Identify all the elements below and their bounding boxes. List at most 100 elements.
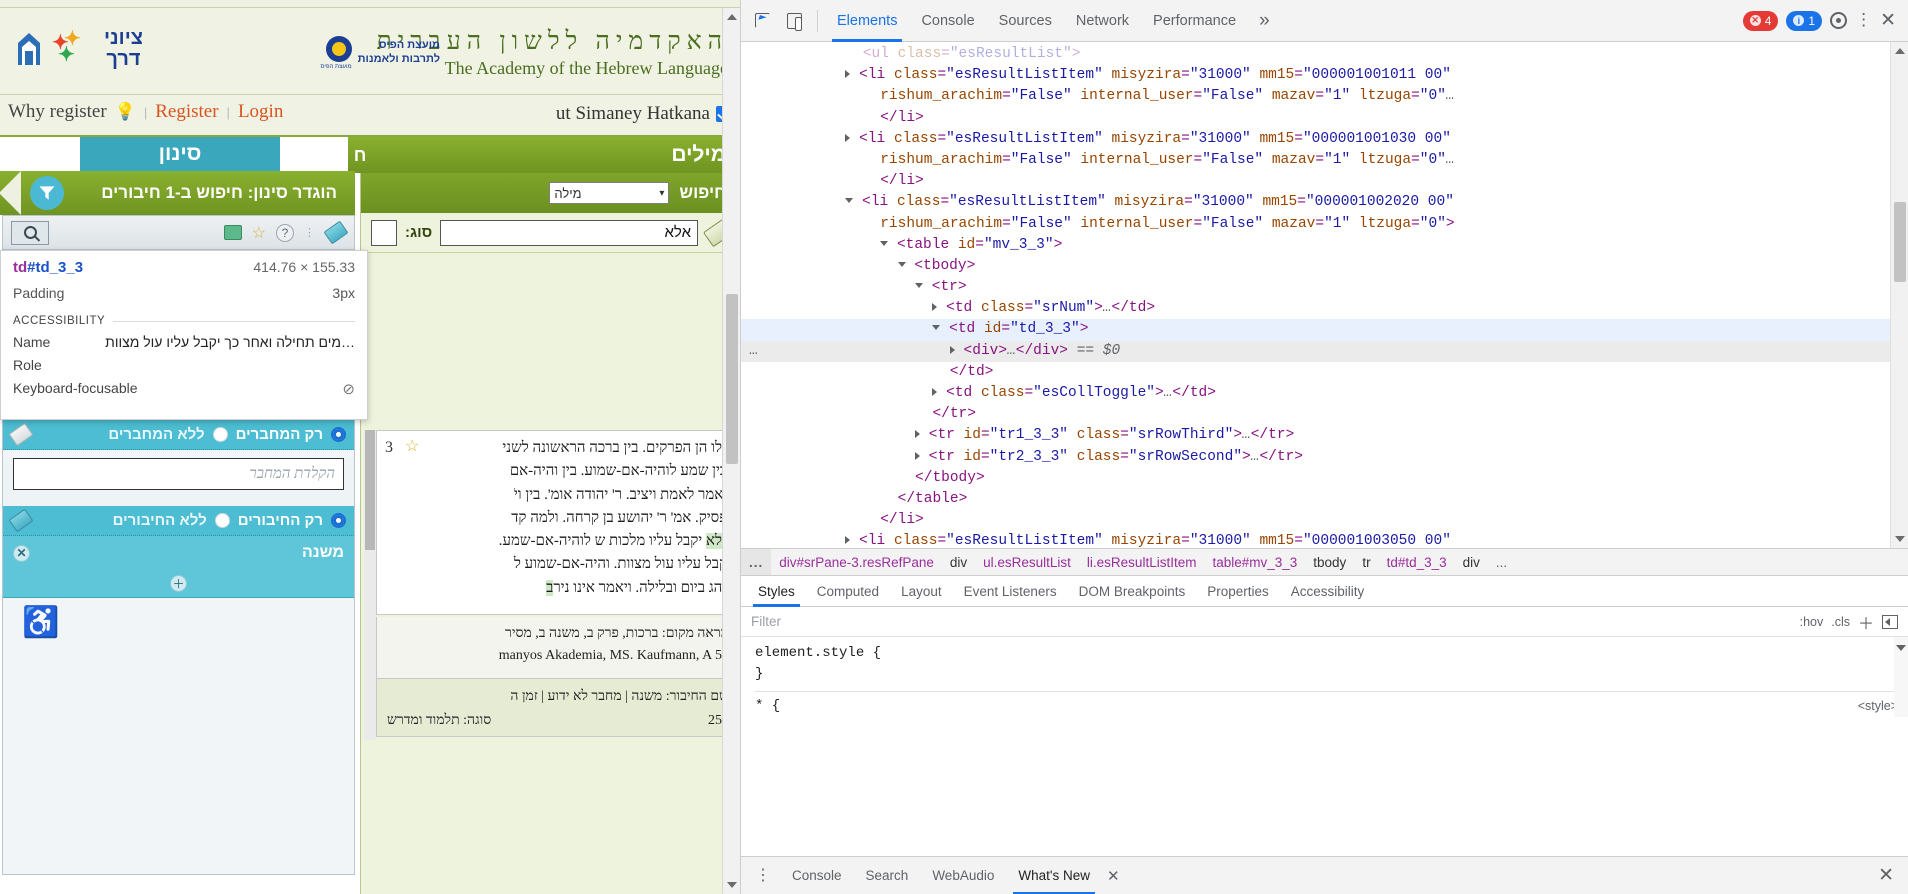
dom-line[interactable]: rishum_arachim="False" internal_user="Fa… <box>741 150 1890 171</box>
tab-accessibility[interactable]: Accessibility <box>1280 576 1376 607</box>
dom-line[interactable]: <tr id="tr2_3_3" class="srRowSecond">…</… <box>741 447 1890 468</box>
dom-line[interactable]: <li class="esResultListItem" misyzira="3… <box>741 192 1890 213</box>
breadcrumb-item[interactable]: tr <box>1354 555 1378 570</box>
tab-dom-breakpoints[interactable]: DOM Breakpoints <box>1068 576 1197 607</box>
breadcrumb-item[interactable]: div <box>1455 555 1488 570</box>
dom-line[interactable]: </li> <box>741 108 1890 129</box>
dom-line[interactable]: </td> <box>741 362 1890 383</box>
page-scrollbar[interactable] <box>722 8 740 894</box>
dom-line[interactable]: </tr> <box>741 404 1890 425</box>
styles-scrollbar[interactable] <box>1894 637 1908 717</box>
dom-tree[interactable]: <ul class="esResultList"> <li class="esR… <box>741 42 1890 548</box>
error-badge[interactable]: ✕ 4 <box>1742 10 1779 31</box>
author-input[interactable]: הקלדת המחבר <box>13 458 344 490</box>
breadcrumb-item[interactable]: li.esResultListItem <box>1079 555 1205 570</box>
hov-button[interactable]: :hov <box>1800 615 1824 629</box>
works-only-radio[interactable] <box>331 513 346 528</box>
style-source-link[interactable]: <style> <box>1858 696 1898 717</box>
chevron-down-icon[interactable] <box>1896 645 1906 651</box>
accessibility-icon[interactable]: ♿ <box>22 605 59 640</box>
star-icon[interactable]: ☆ <box>252 223 266 243</box>
breadcrumb-item[interactable]: tbody <box>1305 555 1354 570</box>
breadcrumb-item[interactable]: ... <box>741 549 772 575</box>
cls-button[interactable]: .cls <box>1831 615 1850 629</box>
eraser-icon[interactable] <box>8 422 34 447</box>
breadcrumb-item[interactable]: ul.esResultList <box>975 555 1079 570</box>
kebab-menu-icon[interactable]: ⋮ <box>747 868 779 883</box>
register-link[interactable]: Register <box>155 101 218 123</box>
warning-badge[interactable]: i 1 <box>1786 10 1823 31</box>
close-icon[interactable]: ✕ <box>1880 9 1896 32</box>
more-tabs-icon[interactable]: » <box>1249 10 1280 32</box>
milim-query-input[interactable]: אלא <box>440 219 698 246</box>
add-style-rule-icon[interactable]: ＋ <box>1858 610 1874 634</box>
dom-line[interactable]: <table id="mv_3_3"> <box>741 235 1890 256</box>
dom-line[interactable]: </li> <box>741 510 1890 531</box>
result-inner-scrollbar[interactable] <box>364 430 376 740</box>
sinun-tab[interactable]: סינון <box>80 137 280 171</box>
book-icon[interactable] <box>223 225 242 240</box>
dom-line[interactable]: <tr> <box>741 277 1890 298</box>
breadcrumb-item[interactable]: table#mv_3_3 <box>1204 555 1305 570</box>
close-icon[interactable]: ✕ <box>1107 867 1120 885</box>
dom-line[interactable]: <ul class="esResultList"> <box>741 44 1890 65</box>
dom-line[interactable]: <li class="esResultListItem" misyzira="3… <box>741 531 1890 548</box>
word-type-select[interactable]: ▾ מילה <box>549 182 670 204</box>
tab-properties[interactable]: Properties <box>1196 576 1280 607</box>
funnel-icon[interactable] <box>30 176 64 210</box>
kebab-menu-icon[interactable]: ⋮ <box>1855 11 1872 28</box>
breadcrumb[interactable]: ... div#srPane-3.resRefPane div ul.esResult… <box>741 548 1908 576</box>
remove-icon[interactable]: ✕ <box>13 544 30 562</box>
drawer-tab-console[interactable]: Console <box>781 857 853 894</box>
tab-sources[interactable]: Sources <box>988 0 1063 42</box>
question-icon[interactable]: ? <box>276 223 294 242</box>
dom-line[interactable]: </table> <box>741 489 1890 510</box>
drawer-tab-whats-new[interactable]: What's New <box>1007 857 1101 894</box>
dom-tree-scrollbar[interactable] <box>1890 42 1908 548</box>
tab-layout[interactable]: Layout <box>890 576 953 607</box>
dom-line[interactable]: <tr id="tr1_3_3" class="srRowThird">…</t… <box>741 425 1890 446</box>
style-rule-element[interactable]: element.style { <box>755 643 1908 664</box>
eraser-icon[interactable] <box>8 508 34 533</box>
dom-line[interactable]: <li class="esResultListItem" misyzira="3… <box>741 129 1890 150</box>
tab-console[interactable]: Console <box>910 0 985 42</box>
authors-without-radio[interactable] <box>212 427 228 442</box>
dom-line[interactable]: <td class="srNum">…</td> <box>741 298 1890 319</box>
tab-computed[interactable]: Computed <box>806 576 890 607</box>
close-drawer-icon[interactable]: ✕ <box>1878 864 1894 887</box>
toggle-panel-icon[interactable] <box>1882 614 1898 629</box>
breadcrumb-item[interactable]: div#srPane-3.resRefPane <box>771 555 942 570</box>
sinun-search-button[interactable] <box>11 220 49 245</box>
dom-line[interactable]: rishum_arachim="False" internal_user="Fa… <box>741 214 1890 235</box>
tab-styles[interactable]: Styles <box>747 576 806 607</box>
breadcrumb-item[interactable]: ... <box>1488 555 1515 570</box>
milim-tab[interactable]: מילים <box>361 137 740 173</box>
drawer-tab-webaudio[interactable]: WebAudio <box>921 857 1005 894</box>
scroll-down-arrow[interactable] <box>727 882 737 888</box>
inspect-cursor-icon[interactable] <box>747 7 777 35</box>
login-link[interactable]: Login <box>238 101 283 123</box>
scroll-up-arrow[interactable] <box>727 14 737 20</box>
result-star-icon[interactable]: ☆ <box>405 435 419 460</box>
works-add-row[interactable]: ＋ <box>3 570 354 598</box>
tab-event-listeners[interactable]: Event Listeners <box>953 576 1068 607</box>
scroll-thumb[interactable] <box>726 294 738 464</box>
dom-line[interactable]: <tbody> <box>741 256 1890 277</box>
why-register-label[interactable]: Why register <box>8 101 107 123</box>
dom-line[interactable]: </li> <box>741 171 1890 192</box>
breadcrumb-item[interactable]: div <box>942 555 975 570</box>
styles-filter-input[interactable]: Filter <box>751 614 1792 629</box>
dom-line[interactable]: <li class="esResultListItem" misyzira="3… <box>741 65 1890 86</box>
dom-line[interactable]: rishum_arachim="False" internal_user="Fa… <box>741 86 1890 107</box>
drawer-tab-search[interactable]: Search <box>855 857 920 894</box>
dom-line[interactable]: </tbody> <box>741 468 1890 489</box>
authors-only-radio[interactable] <box>331 427 346 442</box>
style-rule-universal[interactable]: * { <box>755 696 780 717</box>
dom-line[interactable]: … <div>…</div> == $0 <box>741 340 1890 362</box>
sug-small-box[interactable] <box>371 219 397 246</box>
dom-line[interactable]: <td class="esCollToggle">…</td> <box>741 383 1890 404</box>
tab-performance[interactable]: Performance <box>1142 0 1247 42</box>
gear-icon[interactable] <box>1830 12 1848 29</box>
tab-network[interactable]: Network <box>1065 0 1140 42</box>
tab-elements[interactable]: Elements <box>826 0 908 42</box>
